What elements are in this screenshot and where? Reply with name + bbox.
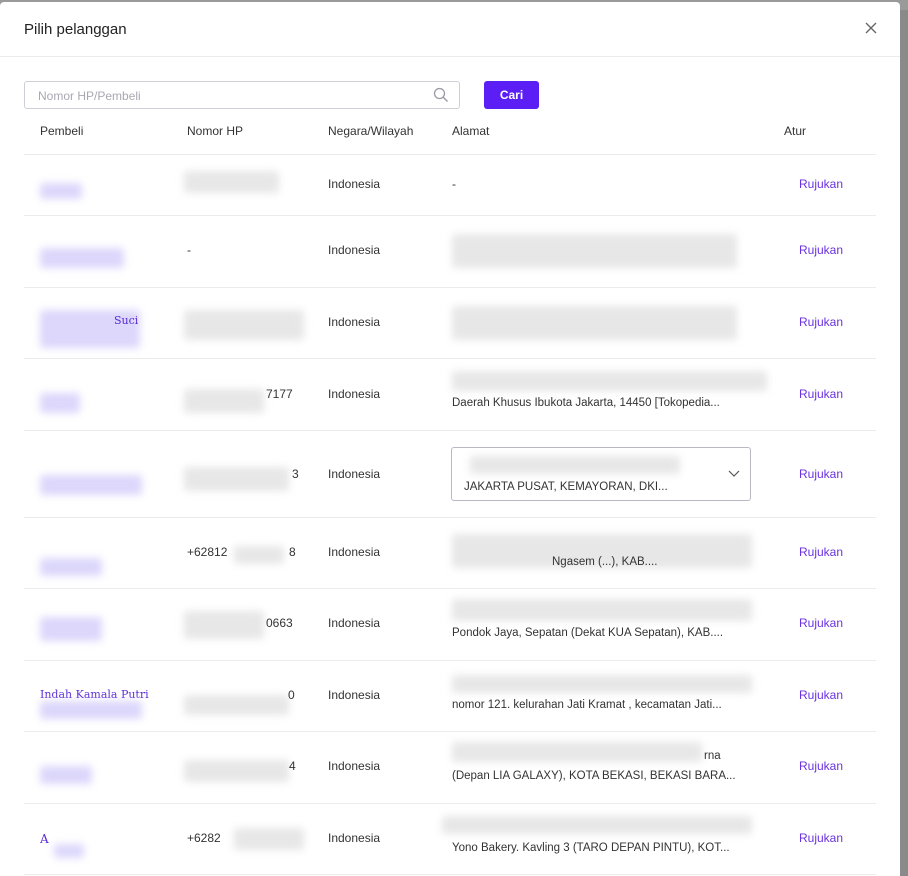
table-row: 0663 Indonesia Pondok Jaya, Sepatan (Dek… xyxy=(24,589,876,661)
buyer-name: A xyxy=(40,832,49,846)
address-cell: Daerah Khusus Ibukota Jakarta, 14450 [To… xyxy=(452,397,720,409)
address-redacted xyxy=(452,306,737,340)
country-cell: Indonesia xyxy=(328,467,381,481)
address-cell: - xyxy=(452,177,456,191)
table-header: Pembeli Nomor HP Negara/Wilayah Alamat A… xyxy=(24,117,876,155)
phone-redacted xyxy=(234,828,304,850)
buyer-name-redacted xyxy=(40,617,102,641)
country-cell: Indonesia xyxy=(328,688,381,702)
country-cell: Indonesia xyxy=(328,831,381,845)
address-cell-top: rna xyxy=(704,750,721,762)
phone-redacted xyxy=(184,171,279,193)
rujukan-link[interactable]: Rujukan xyxy=(799,177,843,191)
buyer-name-redacted xyxy=(40,766,92,784)
address-redacted xyxy=(442,816,752,834)
phone-cell: 0663 xyxy=(266,616,293,630)
rujukan-link[interactable]: Rujukan xyxy=(799,545,843,559)
chevron-down-icon[interactable] xyxy=(728,470,740,478)
country-cell: Indonesia xyxy=(328,387,381,401)
search-icon[interactable] xyxy=(433,87,449,103)
phone-cell: +62812 xyxy=(187,545,228,559)
phone-cell: 7177 xyxy=(266,387,293,401)
phone-redacted xyxy=(184,467,289,491)
rujukan-link[interactable]: Rujukan xyxy=(799,315,843,329)
buyer-name-redacted xyxy=(40,558,102,576)
address-cell: Yono Bakery. Kavling 3 (TARO DEPAN PINTU… xyxy=(452,842,730,854)
table-row: - Indonesia Rujukan xyxy=(24,216,876,288)
rujukan-link[interactable]: Rujukan xyxy=(799,688,843,702)
rujukan-link[interactable]: Rujukan xyxy=(799,467,843,481)
customer-table: Pembeli Nomor HP Negara/Wilayah Alamat A… xyxy=(24,117,876,875)
address-cell: Pondok Jaya, Sepatan (Dekat KUA Sepatan)… xyxy=(452,627,724,639)
phone-redacted xyxy=(184,695,289,715)
phone-cell-suffix: 8 xyxy=(289,545,296,559)
address-redacted xyxy=(470,456,680,474)
modal-title: Pilih pelanggan xyxy=(24,21,127,38)
phone-redacted xyxy=(184,611,264,639)
close-button[interactable] xyxy=(862,19,880,37)
table-row: Suci Indonesia Rujukan xyxy=(24,288,876,359)
address-cell: nomor 121. kelurahan Jati Kramat , kecam… xyxy=(452,699,722,711)
phone-redacted xyxy=(184,310,304,340)
phone-cell: 0 xyxy=(288,688,295,702)
buyer-name-redacted xyxy=(40,393,80,413)
buyer-name-redacted xyxy=(40,475,142,495)
phone-cell: - xyxy=(187,243,191,257)
header-buyer: Pembeli xyxy=(40,124,84,138)
country-cell: Indonesia xyxy=(328,177,381,191)
buyer-name-redacted xyxy=(40,183,82,199)
phone-redacted xyxy=(184,760,289,782)
customer-picker-modal: Pilih pelanggan Cari Pembeli Nomor HP Ne… xyxy=(0,2,900,876)
phone-cell: 3 xyxy=(292,467,299,481)
table-row: Indonesia - Rujukan xyxy=(24,155,876,216)
rujukan-link[interactable]: Rujukan xyxy=(799,759,843,773)
rujukan-link[interactable]: Rujukan xyxy=(799,243,843,257)
phone-cell: 4 xyxy=(289,759,296,773)
country-cell: Indonesia xyxy=(328,759,381,773)
header-phone: Nomor HP xyxy=(187,124,244,138)
phone-cell: +6282 xyxy=(187,831,221,845)
buyer-name-redacted xyxy=(40,248,124,268)
table-row: 3 Indonesia JAKARTA PUSAT, KEMAYORAN, DK… xyxy=(24,431,876,518)
address-redacted xyxy=(452,742,702,762)
address-dropdown[interactable]: JAKARTA PUSAT, KEMAYORAN, DKI... xyxy=(451,447,751,501)
table-row: 4 Indonesia rna (Depan LIA GALAXY), KOTA… xyxy=(24,732,876,804)
buyer-name-redacted xyxy=(40,701,142,719)
address-redacted xyxy=(452,675,752,693)
address-redacted xyxy=(452,371,767,391)
buyer-name-redacted xyxy=(54,844,84,858)
modal-header: Pilih pelanggan xyxy=(0,2,900,57)
rujukan-link[interactable]: Rujukan xyxy=(799,616,843,630)
rujukan-link[interactable]: Rujukan xyxy=(799,387,843,401)
buyer-name: Indah Kamala Putri xyxy=(40,688,149,701)
table-row: A +6282 Indonesia Yono Bakery. Kavling 3… xyxy=(24,804,876,875)
close-icon xyxy=(865,22,877,34)
country-cell: Indonesia xyxy=(328,243,381,257)
address-cell: (Depan LIA GALAXY), KOTA BEKASI, BEKASI … xyxy=(452,770,736,782)
country-cell: Indonesia xyxy=(328,315,381,329)
table-row: 7177 Indonesia Daerah Khusus Ibukota Jak… xyxy=(24,359,876,431)
table-row: +62812 8 Indonesia Ngasem (...), KAB....… xyxy=(24,518,876,589)
buyer-name: Suci xyxy=(114,314,139,327)
search-field xyxy=(24,81,460,110)
header-country: Negara/Wilayah xyxy=(328,124,414,138)
search-button[interactable]: Cari xyxy=(484,81,539,109)
search-input[interactable] xyxy=(36,82,420,110)
address-redacted xyxy=(452,234,737,268)
table-row: Indah Kamala Putri 0 Indonesia nomor 121… xyxy=(24,661,876,732)
country-cell: Indonesia xyxy=(328,616,381,630)
phone-redacted xyxy=(184,389,264,413)
header-action: Atur xyxy=(784,124,807,138)
address-cell: JAKARTA PUSAT, KEMAYORAN, DKI... xyxy=(464,481,668,493)
phone-redacted xyxy=(234,546,284,564)
country-cell: Indonesia xyxy=(328,545,381,559)
rujukan-link[interactable]: Rujukan xyxy=(799,831,843,845)
header-address: Alamat xyxy=(452,124,490,138)
address-redacted xyxy=(452,599,752,621)
address-cell: Ngasem (...), KAB.... xyxy=(552,556,658,568)
